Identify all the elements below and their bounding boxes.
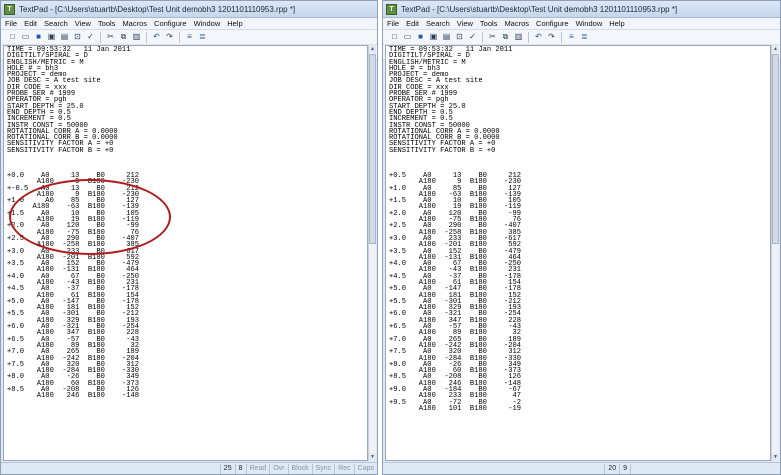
toolbar-separator [100,31,101,43]
document-editor[interactable]: TIME = 09:53:32 11 Jan 2011 DIGITILT/SPI… [3,45,368,461]
document-text[interactable]: TIME = 09:53:32 11 Jan 2011 DIGITILT/SPI… [386,46,770,460]
status-bar: 25 8 Read Ovr Block Sync Rec Caps [1,462,377,474]
menu-window[interactable]: Window [194,19,221,28]
menu-bar: File Edit Search View Tools Macros Confi… [1,18,377,30]
textpad-window-right: T TextPad - [C:\Users\stuartb\Desktop\Te… [382,0,781,475]
menu-view[interactable]: View [457,19,473,28]
menu-macros[interactable]: Macros [122,19,147,28]
cut-icon[interactable]: ✂ [105,32,116,43]
scroll-thumb[interactable] [369,54,376,244]
menu-search[interactable]: Search [426,19,450,28]
window-title: TextPad - [C:\Users\stuartb\Desktop\Test… [19,4,296,14]
menu-tools[interactable]: Tools [98,19,116,28]
open-file-icon[interactable]: ▭ [20,32,31,43]
textpad-window-left: T TextPad - [C:\Users\stuartb\Desktop\Te… [0,0,378,475]
copy-icon[interactable]: ⧉ [500,32,511,43]
redo-icon[interactable]: ↷ [164,32,175,43]
toolbar-separator [528,31,529,43]
textpad-app-icon[interactable]: T [386,3,397,15]
spell-check-icon[interactable]: ✓ [467,32,478,43]
print-preview-icon[interactable]: ⊡ [72,32,83,43]
status-caps: Caps [353,463,377,474]
textpad-app-icon[interactable]: T [4,3,15,15]
new-file-icon[interactable]: □ [389,32,400,43]
status-line: 20 [604,463,619,474]
menu-configure[interactable]: Configure [536,19,569,28]
scroll-up-icon[interactable]: ▲ [772,45,779,53]
paste-icon[interactable]: ▥ [513,32,524,43]
status-line: 25 [219,463,235,474]
vertical-scrollbar[interactable]: ▲ ▼ [771,45,779,461]
toolbar-separator [179,31,180,43]
status-read: Read [245,463,270,474]
menu-file[interactable]: File [5,19,17,28]
status-col: 9 [619,463,630,474]
title-bar[interactable]: T TextPad - [C:\Users\stuartb\Desktop\Te… [383,1,780,18]
print-icon[interactable]: ▤ [441,32,452,43]
menu-bar: File Edit Search View Tools Macros Confi… [383,18,780,30]
vertical-scrollbar[interactable]: ▲ ▼ [368,45,376,461]
scroll-down-icon[interactable]: ▼ [772,453,779,461]
status-sync: Sync [311,463,335,474]
scroll-thumb[interactable] [772,54,779,244]
status-bar: 20 9 [383,462,780,474]
toolbar-separator [146,31,147,43]
menu-tools[interactable]: Tools [480,19,498,28]
status-col: 8 [234,463,246,474]
menu-file[interactable]: File [387,19,399,28]
spell-check-icon[interactable]: ✓ [85,32,96,43]
document-editor[interactable]: TIME = 09:53:32 11 Jan 2011 DIGITILT/SPI… [385,45,771,461]
menu-macros[interactable]: Macros [504,19,529,28]
new-file-icon[interactable]: □ [7,32,18,43]
toolbar: □ ▭ ■ ▣ ▤ ⊡ ✓ ✂ ⧉ ▥ ↶ ↷ ≡ ≣ [383,30,780,45]
save-all-icon[interactable]: ▣ [428,32,439,43]
status-block: Block [287,463,312,474]
undo-icon[interactable]: ↶ [151,32,162,43]
menu-configure[interactable]: Configure [154,19,187,28]
indent-icon[interactable]: ≡ [566,32,577,43]
indent-icon[interactable]: ≡ [184,32,195,43]
redo-icon[interactable]: ↷ [546,32,557,43]
toolbar-separator [561,31,562,43]
toolbar-separator [482,31,483,43]
status-rec: Rec [334,463,353,474]
menu-view[interactable]: View [75,19,91,28]
print-icon[interactable]: ▤ [59,32,70,43]
print-preview-icon[interactable]: ⊡ [454,32,465,43]
menu-help[interactable]: Help [227,19,242,28]
menu-search[interactable]: Search [44,19,68,28]
cut-icon[interactable]: ✂ [487,32,498,43]
menu-edit[interactable]: Edit [24,19,37,28]
outdent-icon[interactable]: ≣ [197,32,208,43]
save-icon[interactable]: ■ [33,32,44,43]
menu-help[interactable]: Help [609,19,624,28]
status-empty [630,463,780,474]
paste-icon[interactable]: ▥ [131,32,142,43]
window-title: TextPad - [C:\Users\stuartb\Desktop\Test… [401,4,678,14]
undo-icon[interactable]: ↶ [533,32,544,43]
document-text[interactable]: TIME = 09:53:32 11 Jan 2011 DIGITILT/SPI… [4,46,367,460]
save-icon[interactable]: ■ [415,32,426,43]
scroll-up-icon[interactable]: ▲ [369,45,376,53]
status-ovr: Ovr [269,463,287,474]
copy-icon[interactable]: ⧉ [118,32,129,43]
menu-edit[interactable]: Edit [406,19,419,28]
toolbar: □ ▭ ■ ▣ ▤ ⊡ ✓ ✂ ⧉ ▥ ↶ ↷ ≡ ≣ [1,30,377,45]
scroll-down-icon[interactable]: ▼ [369,453,376,461]
save-all-icon[interactable]: ▣ [46,32,57,43]
title-bar[interactable]: T TextPad - [C:\Users\stuartb\Desktop\Te… [1,1,377,18]
menu-window[interactable]: Window [576,19,603,28]
open-file-icon[interactable]: ▭ [402,32,413,43]
outdent-icon[interactable]: ≣ [579,32,590,43]
